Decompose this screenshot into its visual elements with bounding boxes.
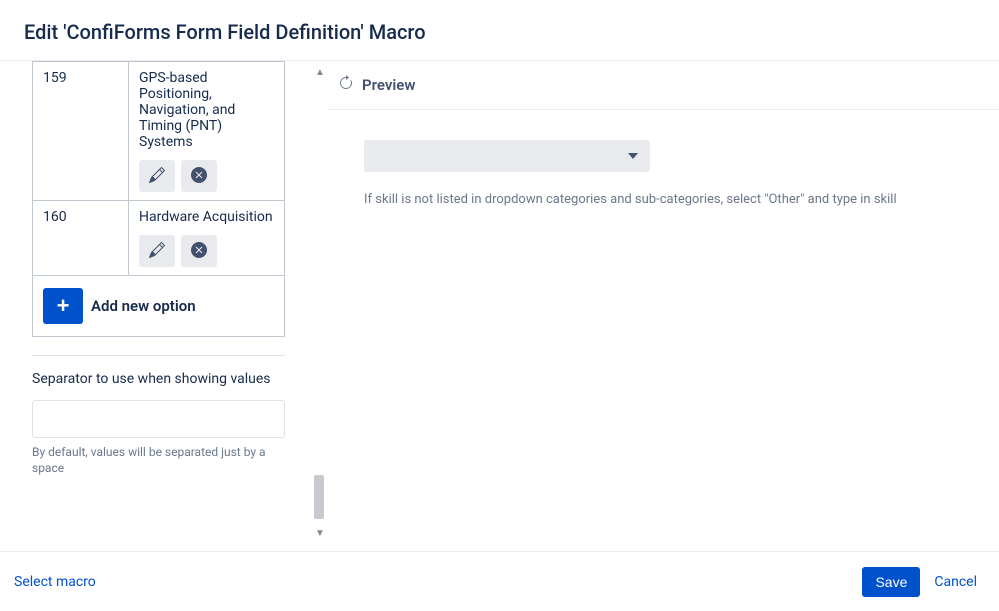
refresh-icon[interactable] [338, 75, 354, 95]
pencil-icon [149, 242, 165, 261]
option-actions [139, 235, 274, 267]
footer-right: Save Cancel [862, 567, 977, 597]
separator-input[interactable] [32, 400, 285, 438]
preview-help-text: If skill is not listed in dropdown categ… [364, 192, 963, 207]
option-actions [139, 160, 274, 192]
preview-panel: Preview If skill is not listed in dropdo… [328, 61, 999, 545]
edit-option-button[interactable] [139, 160, 175, 192]
option-label: GPS-based Positioning, Navigation, and T… [139, 70, 274, 150]
pencil-icon [149, 167, 165, 186]
preview-dropdown[interactable] [364, 140, 650, 172]
plus-icon: + [57, 293, 70, 319]
edit-option-button[interactable] [139, 235, 175, 267]
option-label: Hardware Acquisition [139, 209, 274, 225]
delete-option-button[interactable] [181, 160, 217, 192]
scroll-up-icon[interactable]: ▲ [315, 67, 325, 78]
table-row: 159 GPS-based Positioning, Navigation, a… [33, 62, 285, 201]
options-table: 159 GPS-based Positioning, Navigation, a… [32, 61, 285, 276]
config-panel: 159 GPS-based Positioning, Navigation, a… [0, 61, 308, 545]
add-option-button[interactable]: + [43, 288, 83, 324]
preview-title: Preview [362, 76, 415, 94]
option-cell: GPS-based Positioning, Navigation, and T… [129, 62, 285, 201]
option-id: 159 [33, 62, 129, 201]
dialog-header: Edit 'ConfiForms Form Field Definition' … [0, 0, 999, 61]
option-id: 160 [33, 201, 129, 276]
cancel-button[interactable]: Cancel [934, 574, 977, 590]
dialog-title: Edit 'ConfiForms Form Field Definition' … [24, 20, 975, 44]
left-panel-scrollbar[interactable]: ▲ ▼ [310, 61, 330, 545]
add-option-label: Add new option [91, 297, 196, 315]
separator-section: Separator to use when showing values By … [32, 355, 285, 477]
select-macro-link[interactable]: Select macro [14, 574, 96, 590]
option-cell: Hardware Acquisition [129, 201, 285, 276]
scroll-down-icon[interactable]: ▼ [315, 528, 325, 539]
dialog-body: 159 GPS-based Positioning, Navigation, a… [0, 61, 999, 545]
close-circle-icon [191, 167, 207, 186]
preview-header: Preview [328, 61, 999, 110]
close-circle-icon [191, 242, 207, 261]
dialog-footer: Select macro Save Cancel [0, 551, 999, 611]
save-button[interactable]: Save [862, 567, 920, 597]
footer-left: Select macro [14, 574, 96, 590]
table-row: 160 Hardware Acquisition [33, 201, 285, 276]
separator-help: By default, values will be separated jus… [32, 444, 285, 478]
separator-label: Separator to use when showing values [32, 370, 285, 390]
add-option-row: + Add new option [32, 276, 285, 337]
preview-body: If skill is not listed in dropdown categ… [328, 110, 999, 237]
delete-option-button[interactable] [181, 235, 217, 267]
scroll-thumb[interactable] [314, 475, 324, 519]
